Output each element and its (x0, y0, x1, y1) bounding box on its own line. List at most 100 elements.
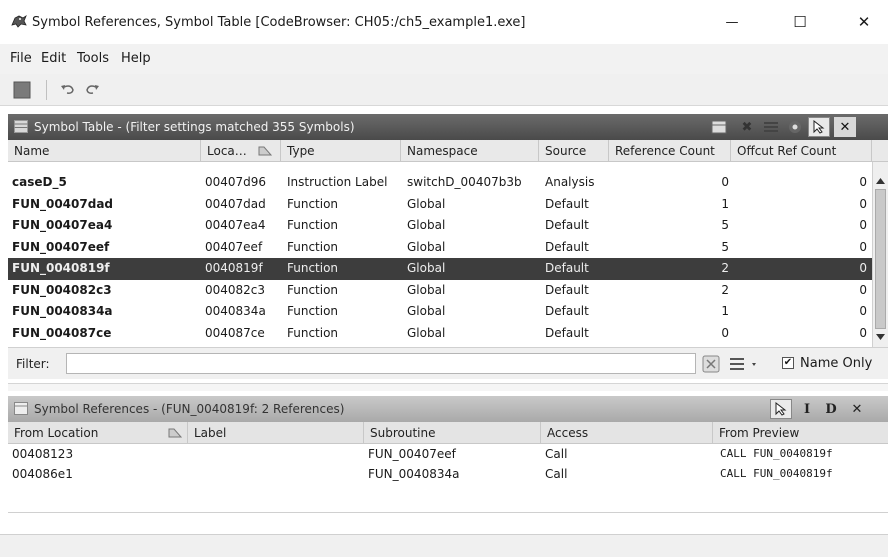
cell-source: Default (545, 218, 589, 232)
scroll-thumb[interactable] (875, 189, 886, 329)
name-only-checkbox[interactable]: ✔ (782, 357, 794, 369)
snapshot-button[interactable] (808, 117, 830, 137)
col-source[interactable]: Source (539, 140, 609, 162)
cursor-select-icon (775, 402, 787, 416)
cell-reference-count: 0 (721, 325, 729, 340)
cell-location: 00407ea4 (205, 218, 266, 232)
instruction-refs-button[interactable]: I (796, 399, 818, 419)
symbol-table-body: caseD_5 00407d96 Instruction Label switchD_… (8, 172, 872, 347)
col-subroutine[interactable]: Subroutine (364, 422, 541, 444)
col-name[interactable]: Name (8, 140, 201, 162)
symbol-table-header-row: Name Loca… Type Namespace Source Referen… (8, 140, 888, 162)
minimize-button[interactable]: — (712, 8, 752, 36)
cell-namespace: Global (407, 218, 446, 232)
table-row[interactable]: FUN_00407dad 00407dad Function Global Defaul… (8, 194, 872, 216)
minimize-icon: — (725, 14, 739, 30)
menu-file[interactable]: File (10, 51, 32, 66)
cell-from-location: 004086e1 (12, 467, 73, 481)
cell-offcut-ref-count: 0 (859, 218, 867, 232)
scroll-up-button[interactable] (874, 174, 887, 187)
table-row[interactable]: 004086e1 FUN_0040834a Call CALL FUN_0040819… (8, 464, 888, 484)
create-table-button[interactable] (708, 117, 730, 137)
data-refs-button[interactable]: D (820, 399, 842, 419)
maximize-button[interactable]: ☐ (780, 8, 820, 36)
cell-from-preview: CALL FUN_0040819f (720, 467, 833, 480)
table-row[interactable]: FUN_0040834a 0040834a Function Global Defaul… (8, 301, 872, 323)
filter-list-button[interactable] (760, 117, 782, 137)
cell-offcut-ref-count: 0 (859, 325, 867, 340)
cell-namespace: Global (407, 196, 446, 211)
col-from-location[interactable]: From Location (8, 422, 188, 444)
cell-location: 00407d96 (205, 175, 267, 189)
cell-name: FUN_0040819f (12, 261, 110, 275)
filter-label: Filter: (16, 357, 50, 371)
undo-button[interactable] (58, 80, 78, 100)
close-panel-button[interactable]: ✕ (834, 117, 856, 137)
cell-source: Default (545, 282, 589, 297)
close-references-button[interactable]: ✕ (846, 399, 868, 419)
col-namespace[interactable]: Namespace (401, 140, 539, 162)
col-access[interactable]: Access (541, 422, 713, 444)
menu-help[interactable]: Help (121, 51, 151, 66)
text-cursor-icon: I (803, 401, 811, 417)
cell-name: FUN_00407eef (12, 239, 110, 254)
clear-filter-button[interactable] (702, 355, 720, 373)
cell-source: Analysis (545, 175, 595, 189)
delete-button[interactable]: ✖ (736, 117, 758, 137)
cell-namespace: Global (407, 304, 446, 318)
panel-divider[interactable] (8, 383, 888, 391)
delete-x-icon: ✖ (741, 119, 753, 135)
cell-location: 004082c3 (205, 282, 266, 297)
table-row[interactable]: caseD_5 00407d96 Instruction Label switchD_… (8, 172, 872, 194)
symbol-table-scrollbar[interactable] (872, 162, 888, 347)
sort-icon (258, 146, 272, 156)
symbol-references-title: Symbol References - (FUN_0040819f: 2 Ref… (34, 402, 345, 416)
references-icon (14, 402, 28, 415)
col-location-label: Loca… (207, 144, 247, 158)
save-button[interactable] (12, 80, 32, 100)
menu-tools[interactable]: Tools (77, 51, 109, 66)
cell-reference-count: 0 (721, 175, 729, 189)
cell-source: Default (545, 304, 589, 318)
cell-location: 00407dad (205, 196, 266, 211)
cell-type: Function (287, 282, 339, 297)
cell-offcut-ref-count: 0 (859, 282, 867, 297)
close-button[interactable]: ✕ (844, 8, 884, 36)
filter-input[interactable] (66, 353, 696, 374)
table-row[interactable]: FUN_00407eef 00407eef Function Global Defaul… (8, 237, 872, 259)
scroll-down-button[interactable] (874, 330, 887, 343)
cell-access: Call (545, 447, 568, 461)
toolbar-divider (46, 80, 47, 100)
settings-button[interactable] (784, 117, 806, 137)
symbol-table: Name Loca… Type Namespace Source Referen… (8, 140, 888, 347)
table-row-selected[interactable]: FUN_0040819f 0040819f Function Global Defaul… (8, 258, 872, 280)
redo-button[interactable] (82, 80, 102, 100)
table-row[interactable]: FUN_004082c3 004082c3 Function Global Defaul… (8, 280, 872, 302)
cell-namespace: Global (407, 325, 446, 340)
cursor-select-icon (813, 120, 825, 134)
cell-reference-count: 1 (721, 196, 729, 211)
close-icon: ✕ (851, 401, 863, 417)
cell-offcut-ref-count: 0 (859, 239, 867, 254)
cell-offcut-ref-count: 0 (859, 261, 867, 275)
cell-name: caseD_5 (12, 175, 67, 189)
col-reference-count[interactable]: Reference Count (609, 140, 731, 162)
menu-edit[interactable]: Edit (41, 51, 66, 66)
table-export-icon (711, 120, 727, 134)
references-header-row: From Location Label Subroutine Access Fr… (8, 422, 888, 444)
filter-options-button[interactable] (730, 356, 760, 372)
table-row[interactable]: FUN_004087ce 004087ce Function Global Defaul… (8, 323, 872, 345)
references-body: 00408123 FUN_00407eef Call CALL FUN_0040819… (8, 444, 888, 494)
col-from-preview[interactable]: From Preview (713, 422, 888, 444)
cell-name: FUN_0040834a (12, 304, 113, 318)
cell-offcut-ref-count: 0 (859, 196, 867, 211)
cell-access: Call (545, 467, 568, 481)
menu-bar: File Edit Tools Help (0, 44, 888, 74)
col-offcut-ref-count[interactable]: Offcut Ref Count (731, 140, 872, 162)
table-row[interactable]: FUN_00407ea4 00407ea4 Function Global Defaul… (8, 215, 872, 237)
select-references-button[interactable] (770, 399, 792, 419)
cell-offcut-ref-count: 0 (859, 175, 867, 189)
col-type[interactable]: Type (281, 140, 401, 162)
table-row[interactable]: 00408123 FUN_00407eef Call CALL FUN_0040819… (8, 444, 888, 464)
col-label[interactable]: Label (188, 422, 364, 444)
